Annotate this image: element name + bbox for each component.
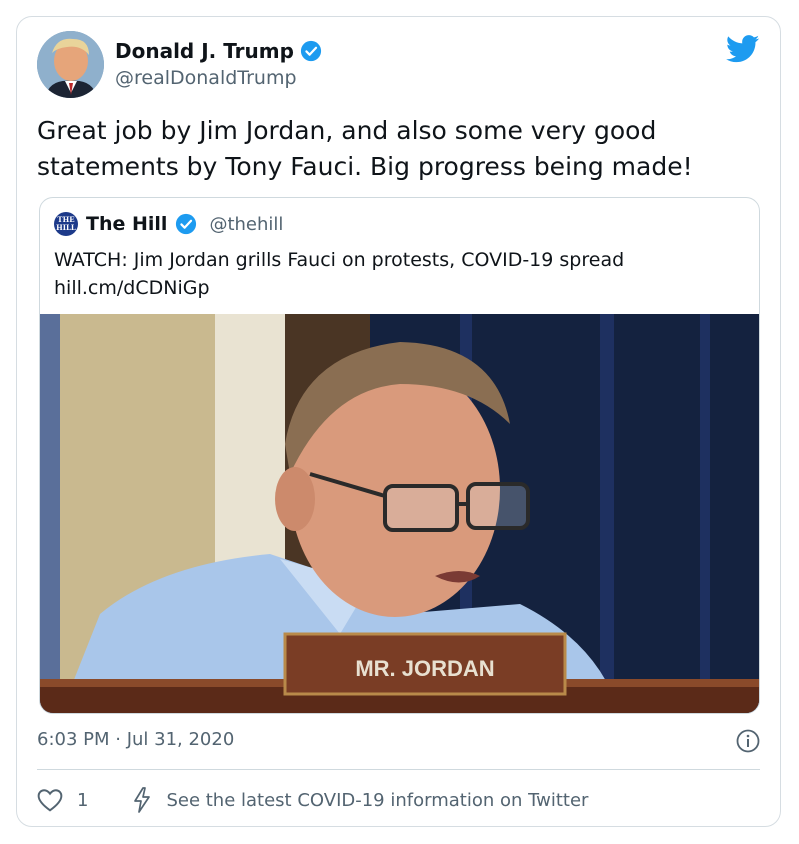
info-icon[interactable] [736,729,760,753]
covid-info-link[interactable]: See the latest COVID-19 information on T… [132,787,588,813]
author-handle[interactable]: @realDonaldTrump [115,67,322,89]
tweet-text: Great job by Jim Jordan, and also some v… [37,113,757,185]
tweet-actions: 1 See the latest COVID-19 information on… [37,787,588,813]
heart-icon [37,789,63,812]
like-count: 1 [77,789,89,811]
quoted-media-image[interactable]: MR. JORDAN [40,314,760,714]
the-hill-logo-icon: THE HILL [54,212,78,236]
verified-badge-icon [300,40,322,62]
tweet-text-line-2: statements by Tony Fauci. Big progress b… [37,152,693,181]
divider [37,769,760,770]
tweet-card: Donald J. Trump @realDonaldTrump Great j… [16,16,781,827]
verified-badge-icon [176,213,197,235]
twitter-bird-icon[interactable] [726,35,760,63]
placard-text: MR. JORDAN [355,656,494,681]
quoted-tweet[interactable]: THE HILL The Hill @thehill WATCH: Jim Jo… [39,197,760,714]
quoted-author-name[interactable]: The Hill [86,213,167,235]
tweet-text-line-1: Great job by Jim Jordan, and also some v… [37,116,657,145]
avatar-photo [37,31,104,98]
quoted-header: THE HILL The Hill @thehill [54,212,283,236]
avatar[interactable] [37,31,104,98]
quoted-author-handle[interactable]: @thehill [209,214,283,235]
author-name[interactable]: Donald J. Trump [115,39,294,63]
quoted-text: WATCH: Jim Jordan grills Fauci on protes… [54,246,744,302]
quoted-text-body: WATCH: Jim Jordan grills Fauci on protes… [54,249,625,271]
like-button[interactable]: 1 [37,788,88,812]
lightning-icon [134,787,151,813]
tweet-timestamp[interactable]: 6:03 PM · Jul 31, 2020 [37,729,234,750]
covid-info-text: See the latest COVID-19 information on T… [166,789,589,811]
author-block: Donald J. Trump @realDonaldTrump [115,39,322,89]
quoted-link[interactable]: hill.cm/dCDNiGp [54,274,744,302]
